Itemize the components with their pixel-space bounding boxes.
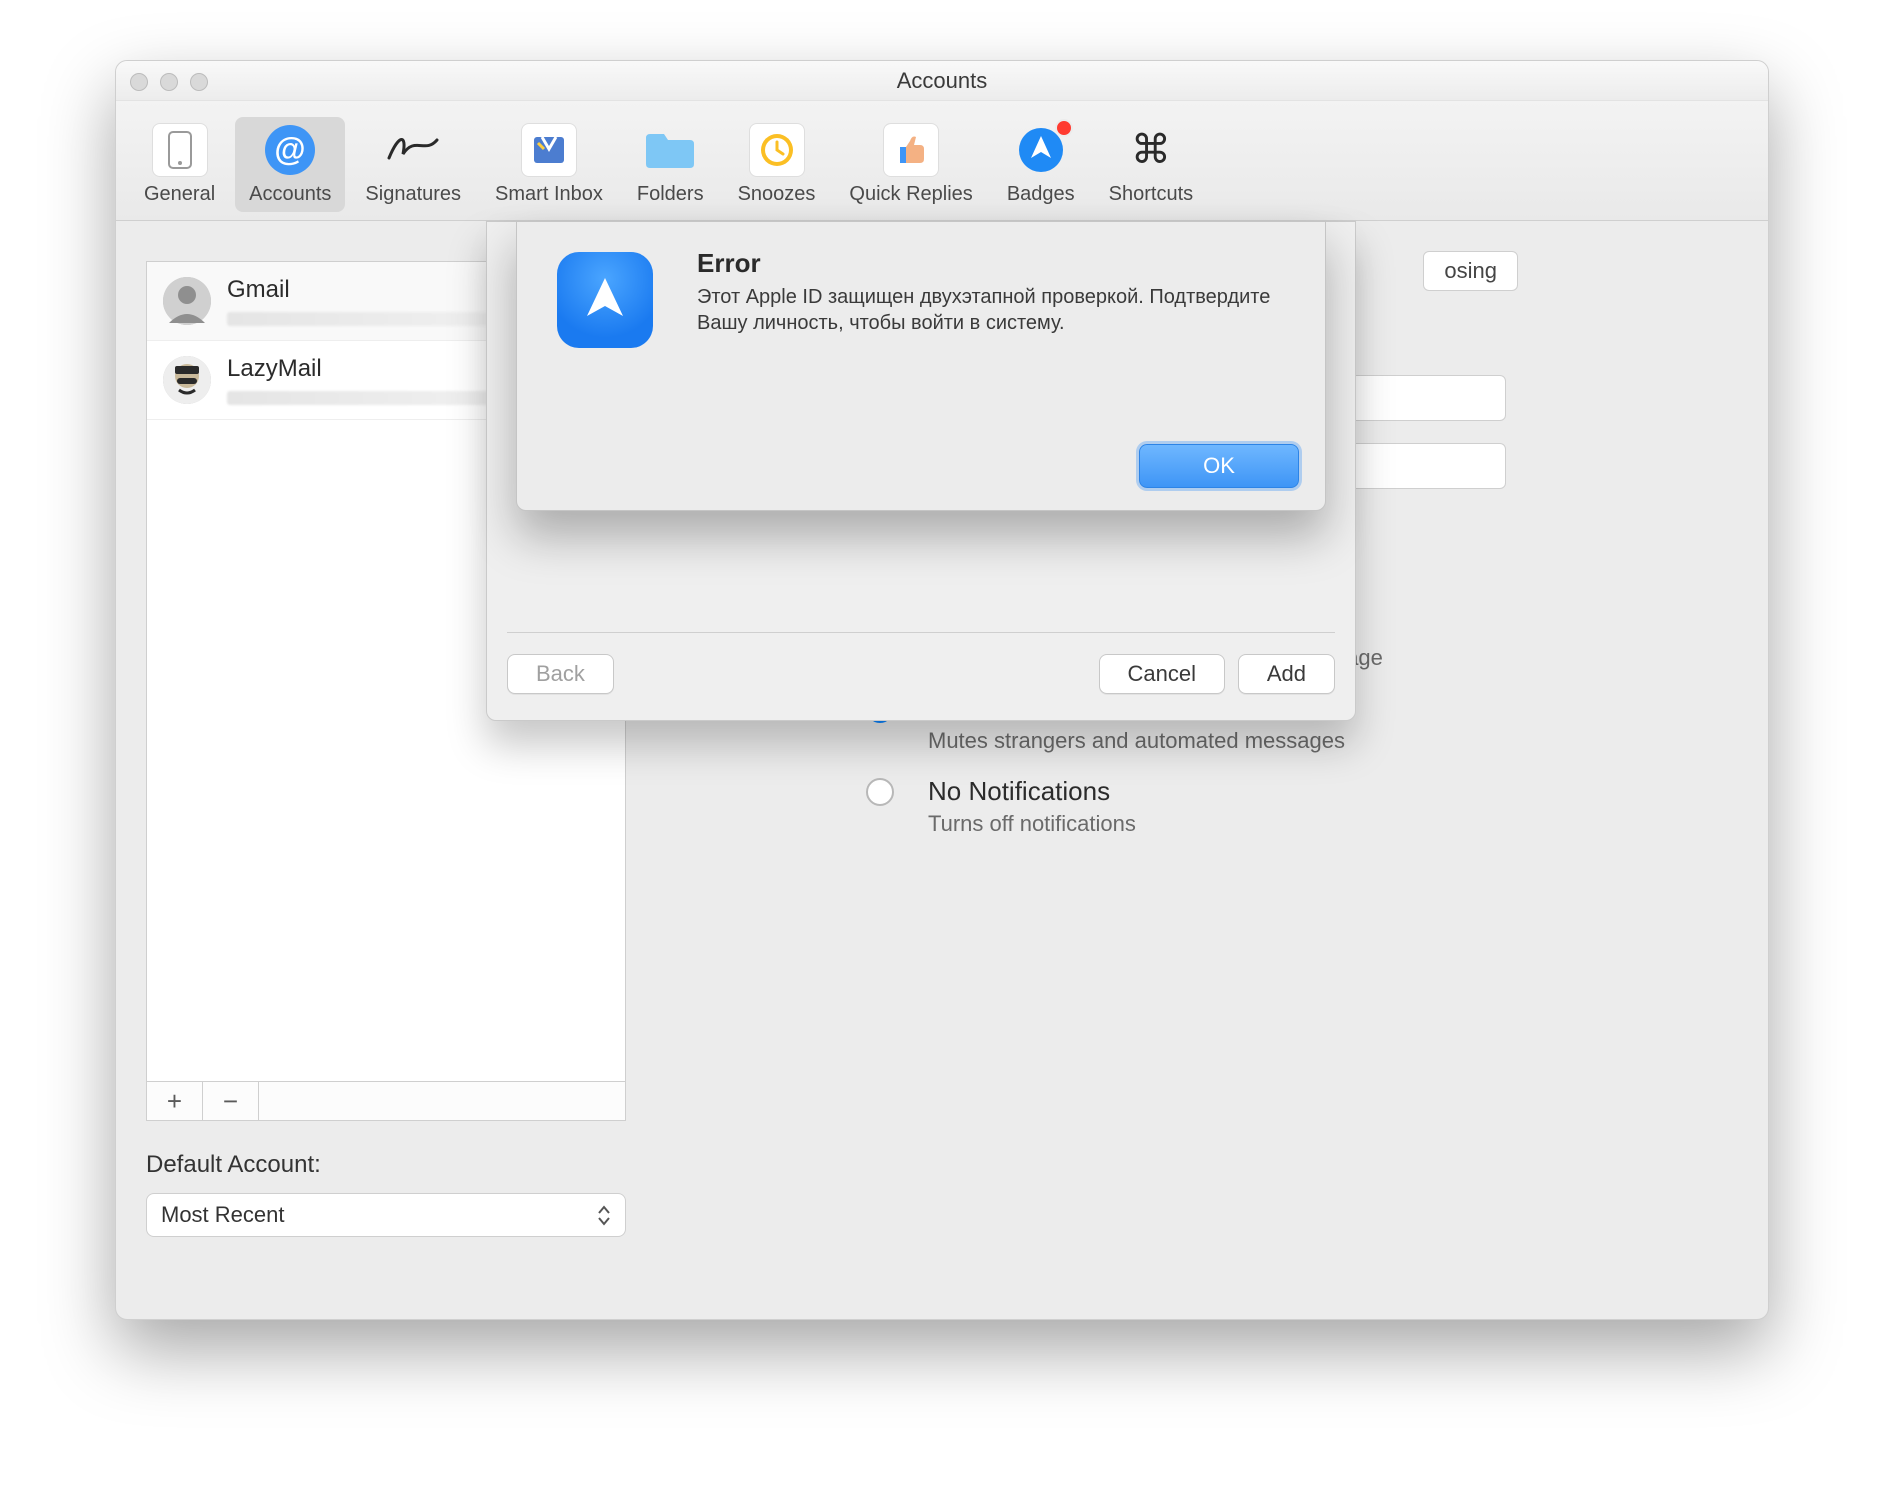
toolbar-label: Signatures xyxy=(365,183,461,206)
toolbar-label: Quick Replies xyxy=(849,183,972,206)
add-account-button[interactable]: + xyxy=(147,1082,203,1120)
command-icon: ⌘ xyxy=(1123,123,1179,177)
thumbs-up-icon xyxy=(883,123,939,177)
account-list-footer: + − xyxy=(146,1081,626,1121)
device-icon xyxy=(152,123,208,177)
window-title: Accounts xyxy=(116,61,1768,101)
app-icon xyxy=(557,252,653,348)
ok-button[interactable]: OK xyxy=(1139,444,1299,488)
toolbar-label: Snoozes xyxy=(738,183,816,206)
toolbar-item-general[interactable]: General xyxy=(130,117,229,212)
svg-text:@: @ xyxy=(275,131,306,167)
chevron-updown-icon xyxy=(597,1200,619,1230)
option-subtitle: Turns off notifications xyxy=(928,811,1686,837)
toolbar-item-signatures[interactable]: Signatures xyxy=(351,117,475,212)
remove-account-button[interactable]: − xyxy=(203,1082,259,1120)
toolbar-item-shortcuts[interactable]: ⌘ Shortcuts xyxy=(1095,117,1207,212)
back-button[interactable]: Back xyxy=(507,654,614,694)
signature-icon xyxy=(385,123,441,177)
toolbar-item-smart-inbox[interactable]: Smart Inbox xyxy=(481,117,617,212)
inbox-icon xyxy=(521,123,577,177)
minimize-window-button[interactable] xyxy=(160,73,178,91)
add-button[interactable]: Add xyxy=(1238,654,1335,694)
default-account-value: Most Recent xyxy=(161,1202,285,1228)
close-window-button[interactable] xyxy=(130,73,148,91)
toolbar-label: Shortcuts xyxy=(1109,183,1193,206)
toolbar-label: Badges xyxy=(1007,183,1075,206)
separator xyxy=(507,632,1335,633)
notification-option-none[interactable]: No Notifications Turns off notifications xyxy=(866,772,1686,855)
badge-icon xyxy=(1013,123,1069,177)
alert-message: Этот Apple ID защищен двухэтапной провер… xyxy=(697,284,1295,336)
window-controls xyxy=(130,73,208,91)
notification-dot-icon xyxy=(1055,119,1073,137)
radio-button[interactable] xyxy=(866,778,894,806)
toolbar-label: Smart Inbox xyxy=(495,183,603,206)
titlebar: Accounts xyxy=(116,61,1768,101)
toolbar-label: Folders xyxy=(637,183,704,206)
toolbar-item-badges[interactable]: Badges xyxy=(993,117,1089,212)
avatar xyxy=(163,356,211,404)
preferences-toolbar: General @ Accounts Signatures Smart Inbo… xyxy=(116,101,1768,221)
toolbar-label: Accounts xyxy=(249,183,331,206)
content-area: Gmail LazyMail + − Default Account: xyxy=(116,221,1768,1319)
zoom-window-button[interactable] xyxy=(190,73,208,91)
error-alert: Error Этот Apple ID защищен двухэтапной … xyxy=(516,221,1326,511)
option-subtitle: Mutes strangers and automated messages xyxy=(928,728,1686,754)
toolbar-item-quick-replies[interactable]: Quick Replies xyxy=(835,117,986,212)
folder-icon xyxy=(642,123,698,177)
clock-icon xyxy=(749,123,805,177)
default-account-label: Default Account: xyxy=(146,1151,321,1179)
preferences-window: Accounts General @ Accounts Signatures xyxy=(115,60,1769,1320)
toolbar-item-folders[interactable]: Folders xyxy=(623,117,718,212)
option-title: No Notifications xyxy=(928,776,1686,807)
toolbar-item-accounts[interactable]: @ Accounts xyxy=(235,117,345,212)
at-icon: @ xyxy=(262,123,318,177)
toolbar-label: General xyxy=(144,183,215,206)
avatar xyxy=(163,277,211,325)
default-account-select[interactable]: Most Recent xyxy=(146,1193,626,1237)
cancel-button[interactable]: Cancel xyxy=(1099,654,1225,694)
toolbar-item-snoozes[interactable]: Snoozes xyxy=(724,117,830,212)
alert-title: Error xyxy=(697,248,761,279)
detail-tab-partial[interactable]: osing xyxy=(1423,251,1518,291)
